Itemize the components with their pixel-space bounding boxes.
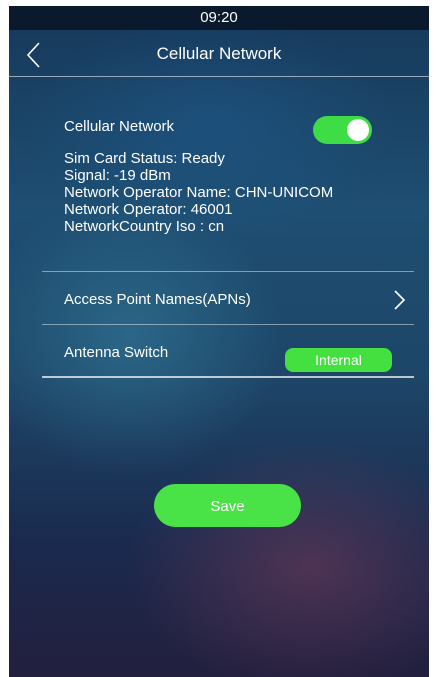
status-bar: 09:20	[9, 6, 429, 30]
antenna-switch-label: Antenna Switch	[64, 344, 169, 361]
sim-card-status: Sim Card Status: Ready	[64, 150, 225, 167]
header-divider	[9, 76, 429, 77]
cellular-network-label: Cellular Network	[64, 118, 175, 135]
cellular-status-lines: Sim Card Status: Ready Signal: -19 dBm N…	[64, 150, 333, 235]
divider-top	[42, 271, 414, 272]
apn-row[interactable]: Access Point Names(APNs)	[42, 290, 414, 313]
signal-strength: Signal: -19 dBm	[64, 167, 171, 184]
status-time: 09:20	[200, 9, 238, 26]
network-country-iso: NetworkCountry Iso : cn	[64, 218, 225, 235]
screen: 09:20 Cellular Network Cellular Network …	[9, 6, 429, 677]
page-title: Cellular Network	[156, 44, 282, 63]
header: Cellular Network	[9, 30, 429, 80]
toggle-knob	[347, 119, 369, 141]
save-button[interactable]: Save	[154, 484, 301, 527]
cellular-network-toggle[interactable]	[313, 116, 372, 144]
divider-bottom	[42, 376, 414, 378]
antenna-switch-select[interactable]: Internal	[285, 348, 392, 372]
chevron-right-icon	[394, 290, 406, 310]
network-operator-name: Network Operator Name: CHN-UNICOM	[64, 184, 334, 201]
apn-label: Access Point Names(APNs)	[64, 291, 251, 308]
divider-middle	[42, 324, 414, 325]
network-operator: Network Operator: 46001	[64, 201, 233, 218]
